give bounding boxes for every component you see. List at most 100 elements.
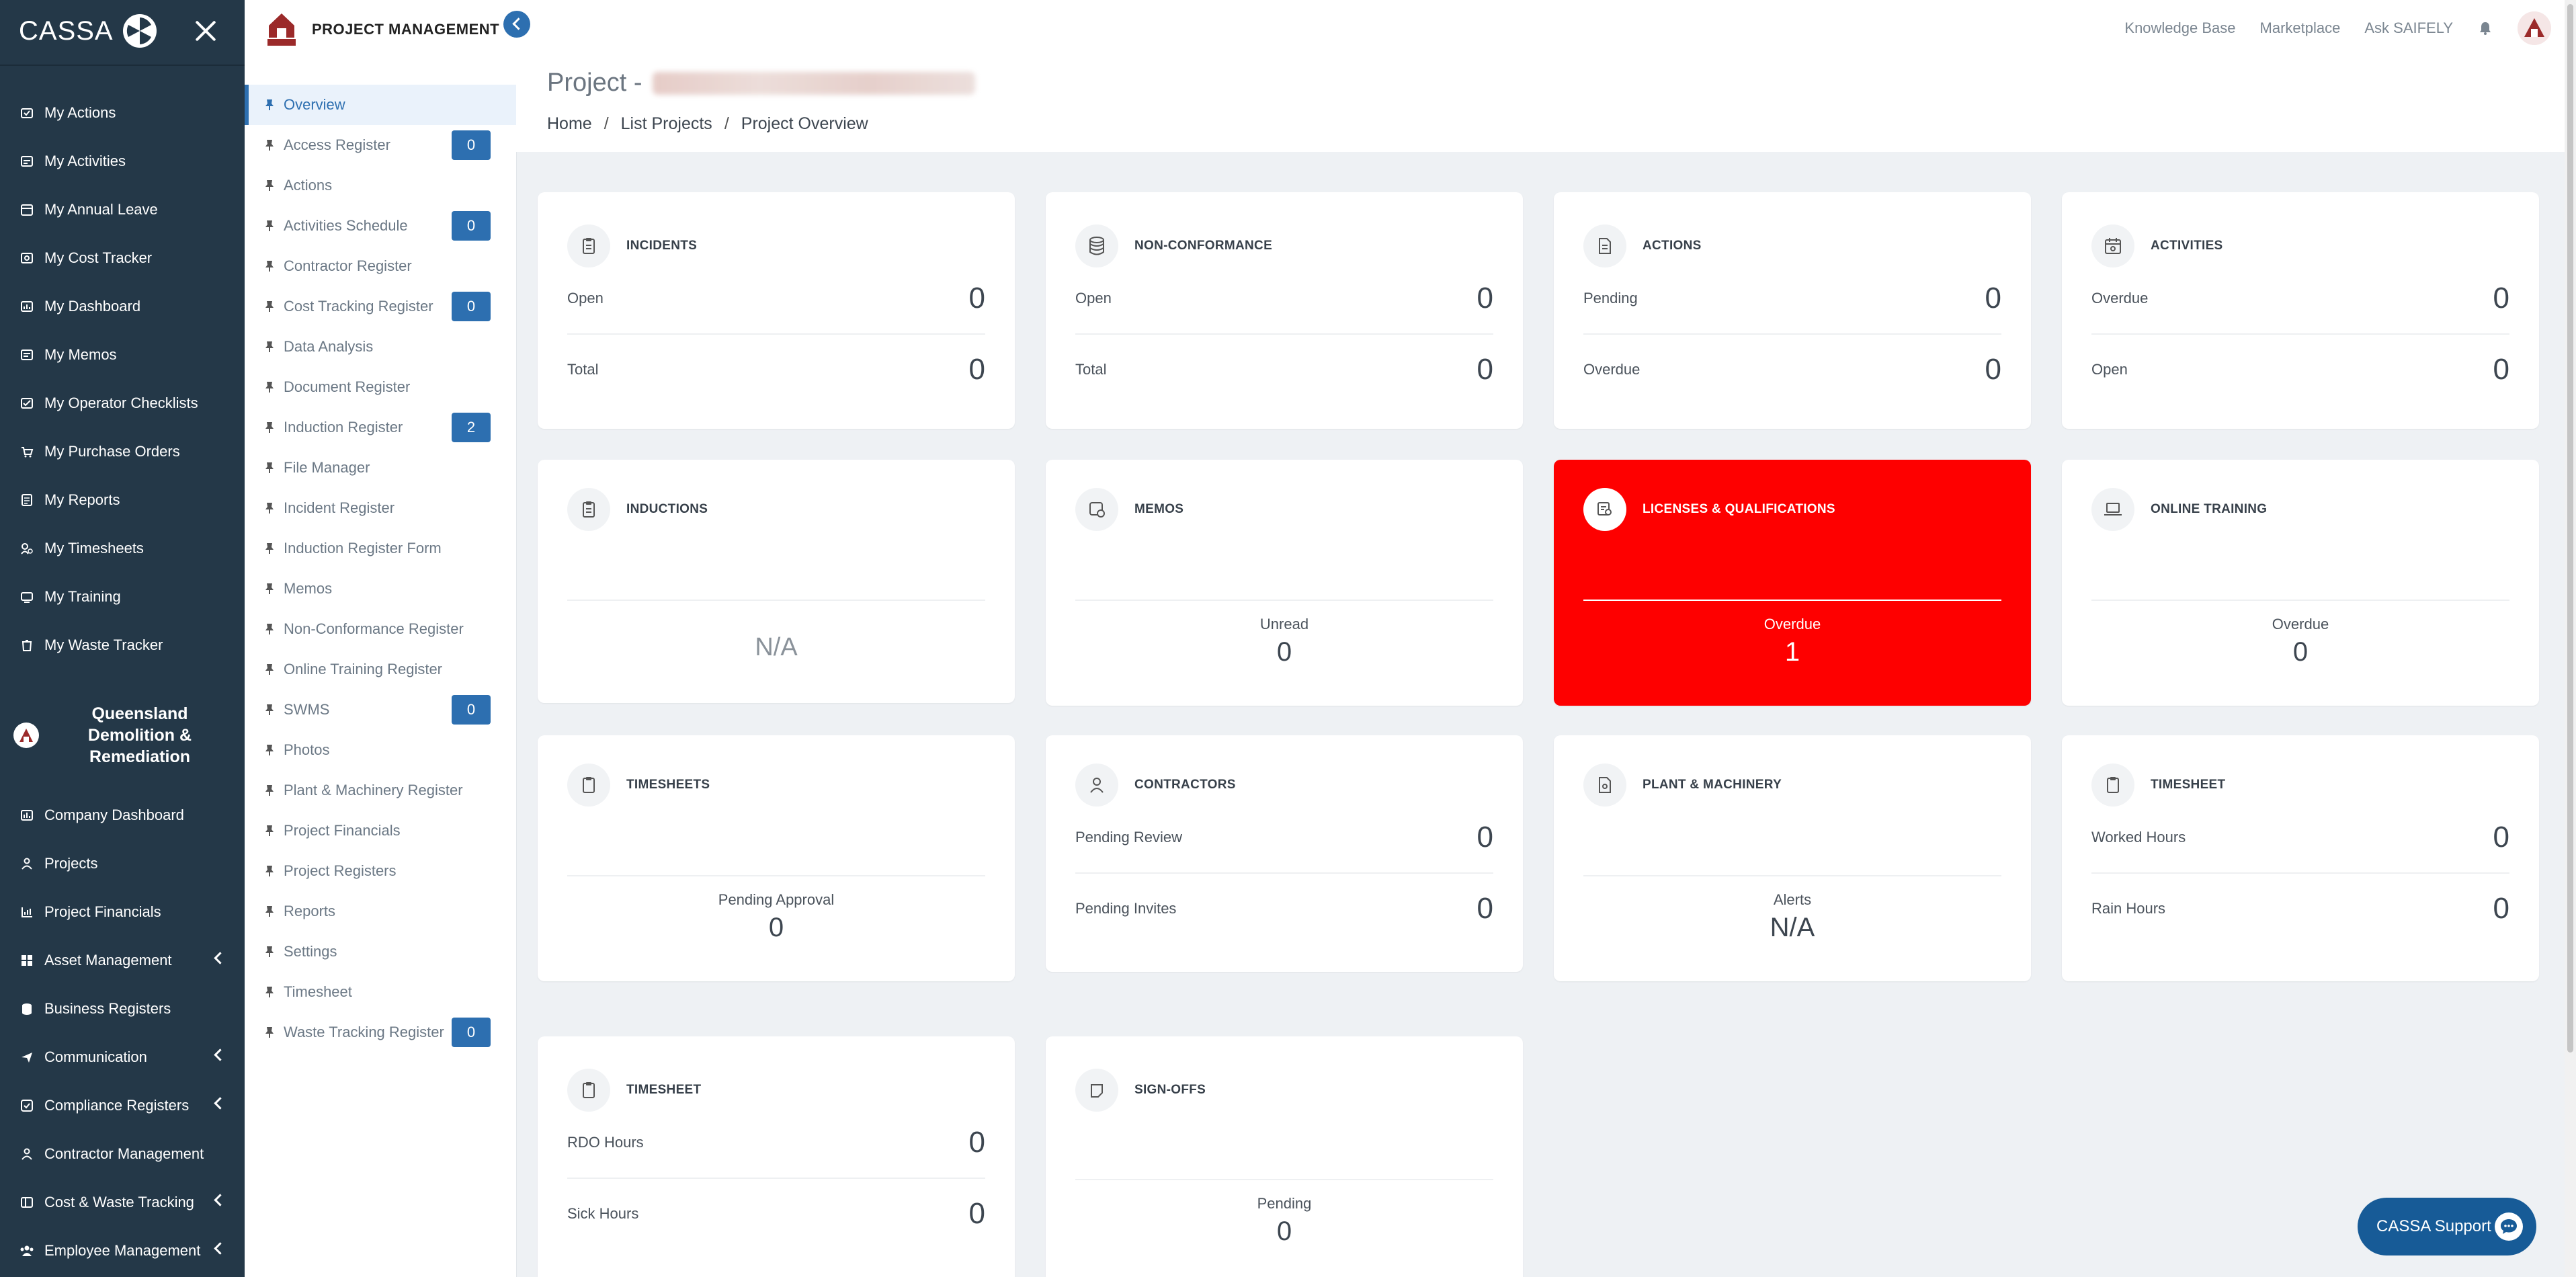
projects-icon	[19, 856, 35, 872]
bell-icon[interactable]	[2477, 20, 2493, 36]
project-nav-overview[interactable]: Overview	[245, 85, 516, 125]
project-nav-photos[interactable]: Photos	[245, 730, 516, 770]
licenses-qualifications-card[interactable]: LICENSES & QUALIFICATIONS Overdue 1	[1554, 460, 2031, 706]
project-nav-data-analysis[interactable]: Data Analysis	[245, 327, 516, 367]
sidebar-item-cost-waste-tracking[interactable]: Cost & Waste Tracking	[0, 1178, 245, 1227]
project-nav-actions[interactable]: Actions	[245, 165, 516, 206]
sidebar-item-project-financials[interactable]: Project Financials	[0, 888, 245, 936]
project-nav-memos[interactable]: Memos	[245, 569, 516, 609]
redacted-project-name	[653, 71, 976, 95]
knowledge-base-link[interactable]: Knowledge Base	[2124, 19, 2235, 37]
project-nav-online-training-register[interactable]: Online Training Register	[245, 649, 516, 690]
sidebar-item-my-operator-checklists[interactable]: My Operator Checklists	[0, 379, 245, 427]
project-nav-activities-schedule[interactable]: Activities Schedule 0	[245, 206, 516, 246]
project-nav-contractor-register[interactable]: Contractor Register	[245, 246, 516, 286]
sidebar-item-label: My Waste Tracker	[44, 636, 163, 653]
project-nav-cost-tracking-register[interactable]: Cost Tracking Register 0	[245, 286, 516, 327]
not-available-value: N/A	[755, 633, 798, 661]
stat-label: Pending Review	[1075, 829, 1182, 846]
breadcrumb-home[interactable]: Home	[547, 114, 592, 134]
project-nav-settings[interactable]: Settings	[245, 932, 516, 972]
inductions-card[interactable]: INDUCTIONS N/A	[538, 460, 1015, 703]
stat-value: 0	[1985, 282, 2001, 315]
sidebar-item-my-annual-leave[interactable]: My Annual Leave	[0, 186, 245, 234]
page-scrollbar[interactable]	[2565, 0, 2576, 1277]
sidebar-item-my-waste-tracker[interactable]: My Waste Tracker	[0, 621, 245, 669]
marketplace-link[interactable]: Marketplace	[2260, 19, 2341, 37]
breadcrumb-current: Project Overview	[741, 114, 868, 133]
sidebar-item-my-actions[interactable]: My Actions	[0, 89, 245, 137]
card-title: ONLINE TRAINING	[2151, 502, 2268, 516]
project-nav-induction-register[interactable]: Induction Register 2	[245, 407, 516, 448]
actions-card[interactable]: ACTIONS Pending 0 Overdue 0	[1554, 192, 2031, 429]
project-nav-reports[interactable]: Reports	[245, 891, 516, 932]
sidebar-item-label: My Memos	[44, 346, 117, 363]
sidebar-item-my-cost-tracker[interactable]: My Cost Tracker	[0, 234, 245, 282]
project-nav-incident-register[interactable]: Incident Register	[245, 488, 516, 528]
support-label: CASSA Support	[2376, 1217, 2491, 1235]
project-nav-non-conformance-register[interactable]: Non-Conformance Register	[245, 609, 516, 649]
non-conformance-card[interactable]: NON-CONFORMANCE Open 0 Total 0	[1046, 192, 1523, 429]
brand[interactable]: CASSA	[19, 12, 157, 50]
breadcrumb-separator: /	[724, 114, 729, 133]
sidebar-item-my-activities[interactable]: My Activities	[0, 137, 245, 186]
scrollbar-thumb[interactable]	[2567, 4, 2573, 1053]
contractors-card[interactable]: CONTRACTORS Pending Review 0 Pending Invi…	[1046, 735, 1523, 972]
sidebar-item-my-timesheets[interactable]: My Timesheets	[0, 524, 245, 573]
training-icon	[19, 589, 35, 605]
project-nav-waste-tracking-register[interactable]: Waste Tracking Register 0	[245, 1012, 516, 1053]
employee-icon	[19, 1243, 35, 1259]
activities-card[interactable]: ACTIVITIES Overdue 0 Open 0	[2062, 192, 2539, 429]
sidebar-item-company-dashboard[interactable]: Company Dashboard	[0, 791, 245, 839]
pin-icon	[265, 99, 274, 111]
project-nav-timesheet[interactable]: Timesheet	[245, 972, 516, 1012]
breadcrumb-list-projects[interactable]: List Projects	[621, 114, 712, 134]
online-training-card[interactable]: ONLINE TRAINING Overdue 0	[2062, 460, 2539, 706]
pin-icon	[265, 300, 274, 313]
organization-switcher[interactable]: Queensland Demolition & Remediation	[0, 695, 245, 776]
stat-label: Rain Hours	[2091, 900, 2166, 917]
project-nav-label: Cost Tracking Register	[284, 298, 433, 315]
timesheet-hours-card[interactable]: TIMESHEET Worked Hours 0 Rain Hours 0	[2062, 735, 2539, 981]
sidebar-item-employee-management[interactable]: Employee Management	[0, 1227, 245, 1275]
incidents-card[interactable]: INCIDENTS Open 0 Total 0	[538, 192, 1015, 429]
sidebar-item-contractor-management[interactable]: Contractor Management	[0, 1130, 245, 1178]
actions-icon	[19, 105, 35, 121]
sidebar-item-projects[interactable]: Projects	[0, 839, 245, 888]
timesheets-card[interactable]: TIMESHEETS Pending Approval 0	[538, 735, 1015, 981]
plant-machinery-card[interactable]: PLANT & MACHINERY Alerts N/A	[1554, 735, 2031, 981]
card-title: ACTIONS	[1643, 239, 1702, 253]
timesheets-icon	[19, 540, 35, 557]
cassa-support-button[interactable]: CASSA Support	[2358, 1198, 2536, 1255]
project-nav-swms[interactable]: SWMS 0	[245, 690, 516, 730]
count-badge: 0	[452, 130, 491, 160]
ask-saifely-link[interactable]: Ask SAIFELY	[2364, 19, 2453, 37]
sidebar-item-business-registers[interactable]: Business Registers	[0, 985, 245, 1033]
memos-card[interactable]: MEMOS Unread 0	[1046, 460, 1523, 706]
sidebar-item-communication[interactable]: Communication	[0, 1033, 245, 1081]
pin-icon	[265, 623, 274, 635]
sidebar-item-my-training[interactable]: My Training	[0, 573, 245, 621]
chat-icon	[2495, 1212, 2523, 1241]
sidebar-item-compliance-registers[interactable]: Compliance Registers	[0, 1081, 245, 1130]
project-nav-file-manager[interactable]: File Manager	[245, 448, 516, 488]
sidebar-item-my-purchase-orders[interactable]: My Purchase Orders	[0, 427, 245, 476]
project-nav-access-register[interactable]: Access Register 0	[245, 125, 516, 165]
close-sidebar-icon[interactable]	[192, 17, 219, 44]
project-nav-project-registers[interactable]: Project Registers	[245, 851, 516, 891]
project-nav-project-financials[interactable]: Project Financials	[245, 811, 516, 851]
user-avatar[interactable]	[2518, 11, 2551, 45]
page-title-prefix: Project -	[547, 69, 642, 97]
project-nav-plant-machinery-register[interactable]: Plant & Machinery Register	[245, 770, 516, 811]
project-nav-document-register[interactable]: Document Register	[245, 367, 516, 407]
project-nav-induction-register-form[interactable]: Induction Register Form	[245, 528, 516, 569]
collapse-nav-button[interactable]	[503, 11, 530, 38]
sidebar-item-my-dashboard[interactable]: My Dashboard	[0, 282, 245, 331]
sign-offs-card[interactable]: SIGN-OFFS Pending 0	[1046, 1036, 1523, 1277]
sidebar-item-my-reports[interactable]: My Reports	[0, 476, 245, 524]
timesheet-leave-card[interactable]: TIMESHEET RDO Hours 0 Sick Hours 0	[538, 1036, 1015, 1277]
sidebar-item-my-memos[interactable]: My Memos	[0, 331, 245, 379]
sidebar-item-label: My Actions	[44, 104, 116, 121]
sidebar-item-asset-management[interactable]: Asset Management	[0, 936, 245, 985]
clipboard-icon	[567, 1069, 610, 1112]
